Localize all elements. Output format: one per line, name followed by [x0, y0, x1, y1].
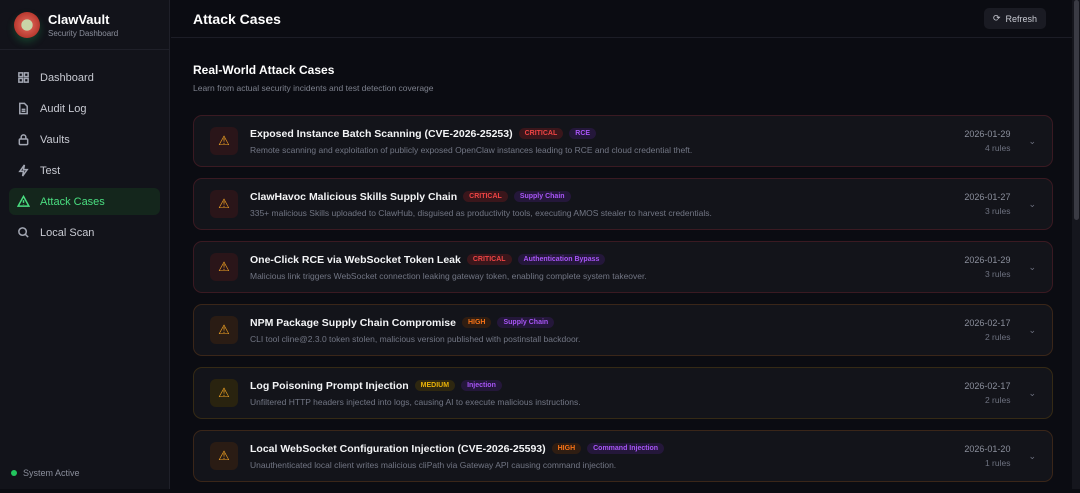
nav-label: Audit Log: [40, 102, 87, 115]
case-date: 2026-02-17: [964, 381, 1011, 391]
refresh-label: Refresh: [1005, 13, 1037, 24]
case-title: Exposed Instance Batch Scanning (CVE-202…: [250, 127, 513, 140]
case-description: 335+ malicious Skills uploaded to ClawHu…: [250, 207, 712, 218]
nav-label: Local Scan: [40, 226, 95, 239]
chevron-down-icon[interactable]: ⌄: [1028, 388, 1036, 399]
alert-triangle-icon: [17, 195, 30, 207]
grid-icon: [18, 72, 29, 83]
lock-icon: [18, 134, 29, 146]
nav-item-local-scan[interactable]: Local Scan: [9, 219, 160, 246]
attack-case-card[interactable]: ⚠ Local WebSocket Configuration Injectio…: [193, 430, 1053, 482]
case-date: 2026-01-27: [964, 192, 1011, 202]
case-description: Remote scanning and exploitation of publ…: [250, 144, 693, 155]
zap-icon: [18, 164, 29, 177]
nav-item-vaults[interactable]: Vaults: [9, 126, 160, 153]
warning-icon: ⚠: [210, 127, 238, 155]
warning-icon: ⚠: [210, 316, 238, 344]
case-date: 2026-02-17: [964, 318, 1011, 328]
chevron-down-icon[interactable]: ⌄: [1028, 199, 1036, 210]
refresh-icon: ⟳: [992, 13, 1001, 23]
chevron-down-icon[interactable]: ⌄: [1028, 136, 1036, 147]
attack-case-card[interactable]: ⚠ One-Click RCE via WebSocket Token Leak…: [193, 241, 1053, 293]
severity-badge: HIGH: [461, 317, 492, 328]
chevron-down-icon[interactable]: ⌄: [1028, 325, 1036, 336]
nav-item-test[interactable]: Test: [9, 157, 160, 184]
case-title: ClawHavoc Malicious Skills Supply Chain: [250, 190, 458, 203]
main-content: Real-World Attack Cases Learn from actua…: [193, 63, 1053, 493]
case-description: Malicious link triggers WebSocket connec…: [250, 270, 647, 281]
case-title: Local WebSocket Configuration Injection …: [250, 442, 546, 455]
severity-badge: MEDIUM: [414, 380, 456, 391]
nav-label: Dashboard: [40, 71, 94, 84]
rule-count: 3 rules: [984, 206, 1011, 216]
severity-badge: CRITICAL: [518, 128, 564, 139]
severity-badge: CRITICAL: [466, 254, 512, 265]
scrollbar-thumb[interactable]: [1074, 0, 1079, 220]
severity-badge: CRITICAL: [463, 191, 508, 202]
nav-label: Test: [40, 164, 61, 177]
case-title: NPM Package Supply Chain Compromise: [250, 316, 456, 329]
nav-item-attack-cases[interactable]: Attack Cases: [9, 188, 160, 215]
brand-title: ClawVault: [48, 11, 110, 27]
nav-item-dashboard[interactable]: Dashboard: [9, 64, 160, 91]
nav: Dashboard Audit Log Vaults Test Attack Cases…: [0, 50, 169, 246]
refresh-button[interactable]: ⟳ Refresh: [983, 8, 1046, 29]
case-title: Log Poisoning Prompt Injection: [250, 379, 409, 392]
severity-badge: HIGH: [551, 443, 582, 454]
warning-icon: ⚠: [210, 379, 238, 407]
case-date: 2026-01-20: [964, 444, 1011, 454]
case-title: One-Click RCE via WebSocket Token Leak: [250, 253, 461, 266]
file-icon: [19, 102, 28, 115]
nav-item-audit-log[interactable]: Audit Log: [9, 95, 160, 122]
section-subtitle: Learn from actual security incidents and…: [193, 83, 434, 93]
nav-label: Attack Cases: [40, 195, 105, 208]
category-badge: Command Injection: [587, 443, 665, 454]
attack-case-card[interactable]: ⚠ NPM Package Supply Chain Compromise HI…: [193, 304, 1053, 356]
system-status: System Active: [11, 468, 80, 478]
rule-count: 2 rules: [984, 332, 1011, 342]
warning-icon: ⚠: [210, 190, 238, 218]
attack-case-card[interactable]: ⚠ ClawHavoc Malicious Skills Supply Chai…: [193, 178, 1053, 230]
section-title: Real-World Attack Cases: [193, 63, 335, 77]
rule-count: 4 rules: [984, 143, 1011, 153]
status-dot: [11, 470, 17, 476]
rule-count: 2 rules: [984, 395, 1011, 405]
rule-count: 3 rules: [984, 269, 1011, 279]
category-badge: Authentication Bypass: [517, 254, 606, 265]
case-description: Unauthenticated local client writes mali…: [250, 459, 617, 470]
search-icon: [18, 227, 29, 238]
category-badge: RCE: [569, 128, 597, 139]
sidebar: ClawVault Security Dashboard Dashboard Au…: [0, 0, 170, 489]
brand-subtitle: Security Dashboard: [48, 28, 119, 38]
case-date: 2026-01-29: [964, 129, 1011, 139]
page-title: Attack Cases: [193, 10, 281, 27]
case-date: 2026-01-29: [964, 255, 1011, 265]
case-description: CLI tool cline@2.3.0 token stolen, malic…: [250, 333, 581, 344]
category-badge: Injection: [461, 380, 502, 391]
category-badge: Supply Chain: [497, 317, 555, 328]
logo: [14, 11, 40, 38]
attack-case-card[interactable]: ⚠ Exposed Instance Batch Scanning (CVE-2…: [193, 115, 1053, 167]
chevron-down-icon[interactable]: ⌄: [1028, 262, 1036, 273]
header: Attack Cases ⟳ Refresh: [171, 0, 1072, 38]
case-list: ⚠ Exposed Instance Batch Scanning (CVE-2…: [193, 115, 1053, 482]
status-text: System Active: [23, 468, 80, 478]
attack-case-card[interactable]: ⚠ Log Poisoning Prompt Injection MEDIUM …: [193, 367, 1053, 419]
warning-icon: ⚠: [210, 442, 238, 470]
case-description: Unfiltered HTTP headers injected into lo…: [250, 396, 581, 407]
category-badge: Supply Chain: [513, 191, 571, 202]
warning-icon: ⚠: [210, 253, 238, 281]
scrollbar[interactable]: [1072, 0, 1080, 489]
chevron-down-icon[interactable]: ⌄: [1028, 451, 1036, 462]
nav-label: Vaults: [40, 133, 70, 146]
brand: ClawVault Security Dashboard: [0, 0, 169, 50]
rule-count: 1 rules: [984, 458, 1011, 468]
